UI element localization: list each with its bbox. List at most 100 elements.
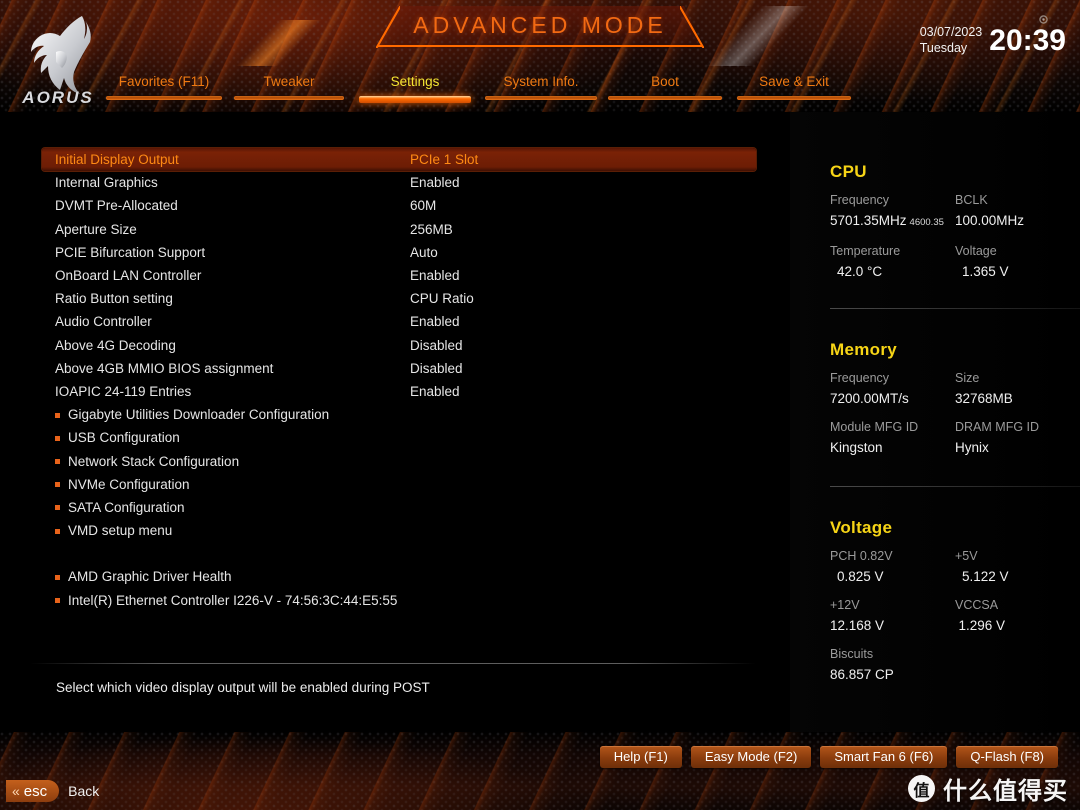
- footer-button-q-flash-f8[interactable]: Q-Flash (F8): [956, 746, 1058, 768]
- clock-date-block: 03/07/2023 Tuesday: [920, 24, 983, 56]
- setting-value[interactable]: Auto: [410, 245, 438, 260]
- cpu-voltage-label: Voltage: [955, 244, 997, 258]
- setting-row[interactable]: OnBoard LAN Controller Enabled: [42, 264, 756, 287]
- setting-name: NVMe Configuration: [68, 476, 190, 492]
- footer-shortcut-buttons: Help (F1) Easy Mode (F2) Smart Fan 6 (F6) Q…: [599, 746, 1058, 768]
- esc-button-label: esc: [23, 782, 48, 800]
- settings-list: Initial Display Output PCIe 1 Slot Interna…: [42, 148, 756, 612]
- setting-value[interactable]: Enabled: [410, 268, 460, 283]
- tab-settings-label: Settings: [390, 74, 440, 89]
- tab-favorites[interactable]: Favorites (F11): [96, 74, 232, 100]
- clock-date: 03/07/2023: [919, 25, 983, 39]
- submenu-bullet-icon: [55, 458, 60, 464]
- voltage-pch-value: 0.825 V: [837, 569, 884, 584]
- setting-value[interactable]: 256MB: [410, 222, 453, 237]
- voltage-biscuits-value: 86.857 CP: [830, 667, 894, 682]
- setting-value[interactable]: 60M: [410, 198, 436, 213]
- cpu-frequency-value: 5701.35MHz 4600.35: [830, 213, 944, 228]
- setting-row[interactable]: Aperture Size 256MB: [42, 218, 756, 241]
- setting-value[interactable]: Enabled: [410, 314, 460, 329]
- cpu-memory-divider: [830, 308, 1080, 309]
- cpu-temperature-value: 42.0 °C: [837, 264, 883, 279]
- setting-value[interactable]: Enabled: [410, 384, 460, 399]
- voltage-biscuits-spacer: [955, 645, 1080, 664]
- setting-row[interactable]: Initial Display Output PCIe 1 Slot: [42, 148, 756, 172]
- setting-value[interactable]: PCIe 1 Slot: [410, 152, 478, 167]
- setting-row[interactable]: Above 4G Decoding Disabled: [42, 334, 756, 357]
- cpu-frequency-label: Frequency: [830, 193, 890, 207]
- setting-name: IOAPIC 24-119 Entries: [55, 383, 192, 399]
- tab-tweaker[interactable]: Tweaker: [228, 74, 350, 100]
- cpu-voltage-value: 1.365 V: [962, 264, 1009, 279]
- footer-button-smart-fan-6-f6[interactable]: Smart Fan 6 (F6): [820, 746, 948, 768]
- setting-name: Ratio Button setting: [55, 291, 173, 307]
- cpu-bclk-label: BCLK: [955, 193, 988, 207]
- tab-boot[interactable]: Boot: [606, 74, 724, 100]
- submenu-row[interactable]: USB Configuration: [42, 426, 756, 449]
- clock-time: 20:39: [989, 24, 1066, 57]
- clock-weekday: Tuesday: [919, 41, 968, 55]
- setting-row[interactable]: IOAPIC 24-119 Entries Enabled: [42, 380, 756, 403]
- setting-value[interactable]: CPU Ratio: [410, 291, 474, 306]
- voltage-biscuits-row: Biscuits 86.857 CP: [830, 645, 1080, 685]
- setting-row[interactable]: PCIE Bifurcation Support Auto: [42, 241, 756, 264]
- submenu-row[interactable]: AMD Graphic Driver Health: [42, 565, 756, 588]
- double-chevron-left-icon: «: [12, 783, 20, 799]
- setting-row[interactable]: Above 4GB MMIO BIOS assignment Disabled: [42, 357, 756, 380]
- tab-system-info-underline: [485, 96, 597, 100]
- banner-underline: [378, 45, 702, 47]
- voltage-12v-row: +12V VCCSA 12.168 V 1.296 V: [830, 596, 1080, 636]
- cpu-freq-row: Frequency BCLK 5701.35MHz 4600.35 100.00M…: [830, 191, 1080, 233]
- tab-save-exit[interactable]: Save & Exit: [732, 74, 856, 100]
- cpu-temperature-label: Temperature: [830, 244, 901, 258]
- memory-module-mfg-value: Kingston: [830, 440, 883, 455]
- advanced-mode-title: ADVANCED MODE: [413, 12, 667, 38]
- tab-favorites-underline: [106, 96, 222, 100]
- memory-size-label: Size: [955, 371, 980, 385]
- voltage-pch-label: PCH 0.82V: [830, 549, 893, 563]
- footer-button-help-f1[interactable]: Help (F1): [599, 746, 682, 768]
- memory-freq-row: Frequency Size 7200.00MT/s 32768MB: [830, 369, 1080, 409]
- setting-row[interactable]: Ratio Button setting CPU Ratio: [42, 287, 756, 310]
- main-nav-tabs: Favorites (F11) Tweaker Settings System …: [0, 74, 1080, 110]
- submenu-row[interactable]: NVMe Configuration: [42, 473, 756, 496]
- footer-bar: Help (F1) Easy Mode (F2) Smart Fan 6 (F6) Q…: [0, 732, 1080, 810]
- watermark-badge: 值: [908, 775, 935, 802]
- setting-name: Gigabyte Utilities Downloader Configurat…: [68, 407, 330, 423]
- setting-value[interactable]: Enabled: [410, 175, 460, 190]
- tab-boot-label: Boot: [651, 74, 679, 89]
- setting-name: DVMT Pre-Allocated: [55, 198, 178, 214]
- esc-button[interactable]: « esc: [6, 780, 60, 802]
- submenu-row[interactable]: Gigabyte Utilities Downloader Configurat…: [42, 403, 756, 426]
- content-area: Initial Display Output PCIe 1 Slot Interna…: [0, 112, 1080, 732]
- setting-name: VMD setup menu: [68, 523, 173, 539]
- submenu-row[interactable]: Network Stack Configuration: [42, 449, 756, 472]
- submenu-bullet-icon: [55, 435, 60, 441]
- submenu-row[interactable]: VMD setup menu: [42, 519, 756, 542]
- footer-button-easy-mode-f2[interactable]: Easy Mode (F2): [690, 746, 812, 768]
- submenu-row[interactable]: Intel(R) Ethernet Controller I226-V - 74…: [42, 589, 756, 612]
- tab-tweaker-label: Tweaker: [263, 74, 315, 89]
- setting-value[interactable]: Disabled: [410, 338, 463, 353]
- voltage-12v-label: +12V: [830, 598, 860, 612]
- voltage-biscuits-label: Biscuits: [830, 647, 874, 661]
- setting-row[interactable]: Audio Controller Enabled: [42, 310, 756, 333]
- tab-system-info[interactable]: System Info.: [480, 74, 602, 100]
- memory-size-value: 32768MB: [955, 391, 1013, 406]
- setting-value[interactable]: Disabled: [410, 361, 463, 376]
- memory-section-title: Memory: [830, 340, 897, 359]
- submenu-row[interactable]: SATA Configuration: [42, 496, 756, 519]
- tab-system-info-label: System Info.: [503, 74, 579, 89]
- setting-name: Intel(R) Ethernet Controller I226-V - 74…: [68, 592, 398, 608]
- setting-row[interactable]: Internal Graphics Enabled: [42, 171, 756, 194]
- tab-save-exit-underline: [737, 96, 851, 100]
- cpu-frequency-secondary: 4600.35: [909, 217, 944, 228]
- voltage-5v-value: 5.122 V: [962, 569, 1009, 584]
- tab-boot-underline: [608, 96, 722, 100]
- setting-row[interactable]: DVMT Pre-Allocated 60M: [42, 194, 756, 217]
- tab-save-exit-label: Save & Exit: [759, 74, 829, 89]
- voltage-pch-row: PCH 0.82V +5V 0.825 V 5.122 V: [830, 547, 1080, 587]
- setting-name: PCIE Bifurcation Support: [55, 244, 206, 260]
- tab-settings[interactable]: Settings: [355, 74, 475, 103]
- cpu-temp-row: Temperature Voltage 42.0 °C 1.365 V: [830, 242, 1080, 282]
